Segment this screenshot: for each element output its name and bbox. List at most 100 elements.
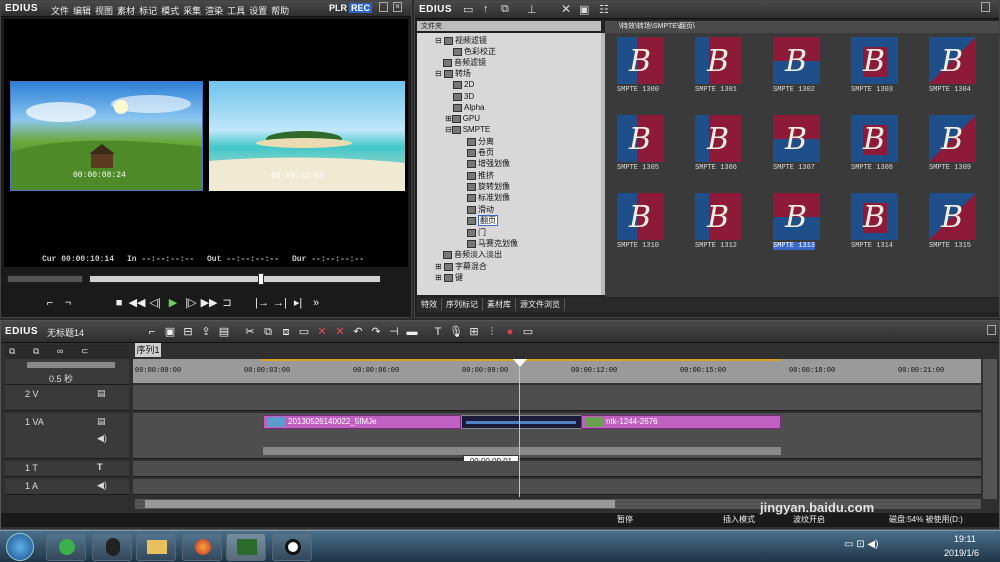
menu-view[interactable]: 视图 xyxy=(95,6,113,16)
tree-item[interactable]: ⊞ GPU xyxy=(445,113,480,124)
link-icon[interactable]: ⧉ xyxy=(33,346,39,357)
loop-icon[interactable]: ⊐ xyxy=(218,296,236,309)
menu-marker[interactable]: 标记 xyxy=(139,6,157,16)
track-lane-1a[interactable] xyxy=(133,479,981,495)
disk-icon[interactable]: ▤ xyxy=(215,325,233,338)
taskbar-app[interactable] xyxy=(272,533,312,561)
tab-sequence-markers[interactable]: 序列标记 xyxy=(442,298,483,311)
tree-item[interactable]: 卷页 xyxy=(467,147,494,158)
step-forward-icon[interactable]: |▷ xyxy=(182,296,200,309)
menu-file[interactable]: 文件 xyxy=(51,6,69,16)
transition-thumbnail[interactable]: B xyxy=(929,193,976,240)
shuttle-slider[interactable] xyxy=(7,275,83,283)
track-lane-1va[interactable]: 20130526140022_5fMJe ntk-1244-2676 00:00… xyxy=(133,413,981,469)
delete-clip-icon[interactable]: ✕ xyxy=(313,325,331,338)
title-track-icon[interactable]: T xyxy=(97,462,103,472)
tree-item[interactable]: 旋转划像 xyxy=(467,181,510,192)
clip-1[interactable]: 20130526140022_5fMJe xyxy=(263,415,461,429)
transition-thumbnail[interactable]: B xyxy=(695,193,742,240)
delete-icon[interactable]: ✕ xyxy=(561,2,571,16)
audio-mute-icon[interactable]: ◀) xyxy=(97,433,107,444)
overwrite-icon[interactable]: →| xyxy=(271,297,289,309)
transition-thumbnail[interactable]: B xyxy=(617,193,664,240)
menu-help[interactable]: 帮助 xyxy=(271,6,289,16)
playback-slider-handle[interactable] xyxy=(258,273,264,285)
stop-icon[interactable]: ■ xyxy=(110,297,128,309)
insert-icon[interactable]: |→ xyxy=(253,297,271,309)
taskbar-app[interactable] xyxy=(92,533,132,561)
transition-thumbnail[interactable]: B xyxy=(695,37,742,84)
taskbar-app[interactable] xyxy=(182,533,222,561)
playhead-handle[interactable] xyxy=(513,359,527,367)
snap-icon[interactable]: ⊂ xyxy=(81,346,89,357)
save-icon[interactable]: ⊟ xyxy=(179,325,197,338)
sync-icon[interactable]: ∞ xyxy=(57,346,63,356)
tab-bin[interactable]: 素材库 xyxy=(483,298,516,311)
paste-icon[interactable]: ⧈ xyxy=(277,326,295,339)
tab-source-browser[interactable]: 源文件浏览 xyxy=(516,298,565,311)
minimize-icon[interactable] xyxy=(379,2,388,12)
transition-thumbnail[interactable]: B xyxy=(851,193,898,240)
timeline-scroll-thumb[interactable] xyxy=(145,500,615,508)
track-lane-2v[interactable] xyxy=(133,385,981,411)
up-folder-icon[interactable]: ↑ xyxy=(483,3,489,15)
menu-clip[interactable]: 素材 xyxy=(117,6,135,16)
tree-item[interactable]: 推挤 xyxy=(467,170,494,181)
timeline-vscrollbar[interactable] xyxy=(983,359,997,499)
tray-icons[interactable]: ▭ ⊡ ◀) xyxy=(844,539,878,550)
set-out-icon[interactable]: ¬ xyxy=(59,297,77,309)
playhead[interactable] xyxy=(519,359,520,497)
status-ripple[interactable]: 波纹开启 xyxy=(793,514,825,525)
tree-item[interactable]: 音频滤镜 xyxy=(443,57,486,68)
transition-thumbnail[interactable]: B xyxy=(773,37,820,84)
tree-item[interactable]: ⊟ 视频滤镜 xyxy=(435,35,487,46)
tree-item[interactable]: 色彩校正 xyxy=(453,46,496,57)
marker-icon[interactable]: ▬ xyxy=(403,326,421,338)
record-icon[interactable]: ● xyxy=(501,326,519,338)
minimize-icon[interactable] xyxy=(987,325,996,335)
transition-thumbnail[interactable]: B xyxy=(929,115,976,162)
tree-item[interactable]: 标准划像 xyxy=(467,192,510,203)
status-insert-mode[interactable]: 插入模式 xyxy=(723,514,755,525)
clip-2[interactable]: ntk-1244-2676 xyxy=(581,415,781,429)
properties-icon[interactable]: ▣ xyxy=(579,3,589,16)
view-mode-icon[interactable]: ☷ xyxy=(599,3,609,16)
tree-item[interactable]: 滑动 xyxy=(467,204,494,215)
taskbar-app[interactable] xyxy=(136,533,176,561)
plr-toggle[interactable]: PLR xyxy=(329,3,347,13)
audio-waveform[interactable] xyxy=(263,447,781,455)
transition-clip[interactable] xyxy=(461,415,583,429)
start-button[interactable] xyxy=(6,533,34,561)
tree-item[interactable]: 3D xyxy=(453,91,474,102)
rec-toggle[interactable]: REC xyxy=(349,3,373,13)
menu-mode[interactable]: 模式 xyxy=(161,6,179,16)
mix-icon[interactable]: ⊞ xyxy=(465,325,483,338)
menu-render[interactable]: 渲染 xyxy=(205,6,223,16)
ripple-delete-icon[interactable]: ✕ xyxy=(331,325,349,338)
effect-apply-icon[interactable]: ⊥ xyxy=(527,3,537,16)
minimize-icon[interactable] xyxy=(981,2,990,12)
trim-icon[interactable]: ▸| xyxy=(289,296,307,309)
open-project-icon[interactable]: ▣ xyxy=(161,325,179,338)
fast-forward-icon[interactable]: ▶▶ xyxy=(200,296,218,309)
transition-thumbnail[interactable]: B xyxy=(773,115,820,162)
track-lane-1t[interactable] xyxy=(133,461,981,477)
title-icon[interactable]: T xyxy=(429,326,447,338)
tree-item[interactable]: 门 xyxy=(467,227,486,238)
undo-icon[interactable]: ↶ xyxy=(349,325,367,338)
track-visible-icon[interactable]: ▤ xyxy=(97,416,106,427)
tab-sequence1[interactable]: 序列1 xyxy=(135,343,161,357)
transition-thumbnail[interactable]: B xyxy=(851,115,898,162)
tree-item[interactable]: ⊞ 字幕混合 xyxy=(435,261,487,272)
tree-item-selected[interactable]: 翻页 xyxy=(467,215,498,226)
rewind-icon[interactable]: ◀◀ xyxy=(128,296,146,309)
taskbar-app-edius[interactable] xyxy=(226,533,266,561)
tree-item[interactable]: 音频淡入淡出 xyxy=(443,249,502,260)
redo-icon[interactable]: ↷ xyxy=(367,325,385,338)
tree-item[interactable]: ⊟ SMPTE xyxy=(445,124,490,135)
cut-icon[interactable]: ✂ xyxy=(241,325,259,338)
transition-thumbnail[interactable]: B xyxy=(617,37,664,84)
tree-item[interactable]: 增强划像 xyxy=(467,158,510,169)
voiceover-icon[interactable]: 🎙 xyxy=(447,325,465,338)
new-sequence-icon[interactable]: ⌐ xyxy=(143,326,161,338)
